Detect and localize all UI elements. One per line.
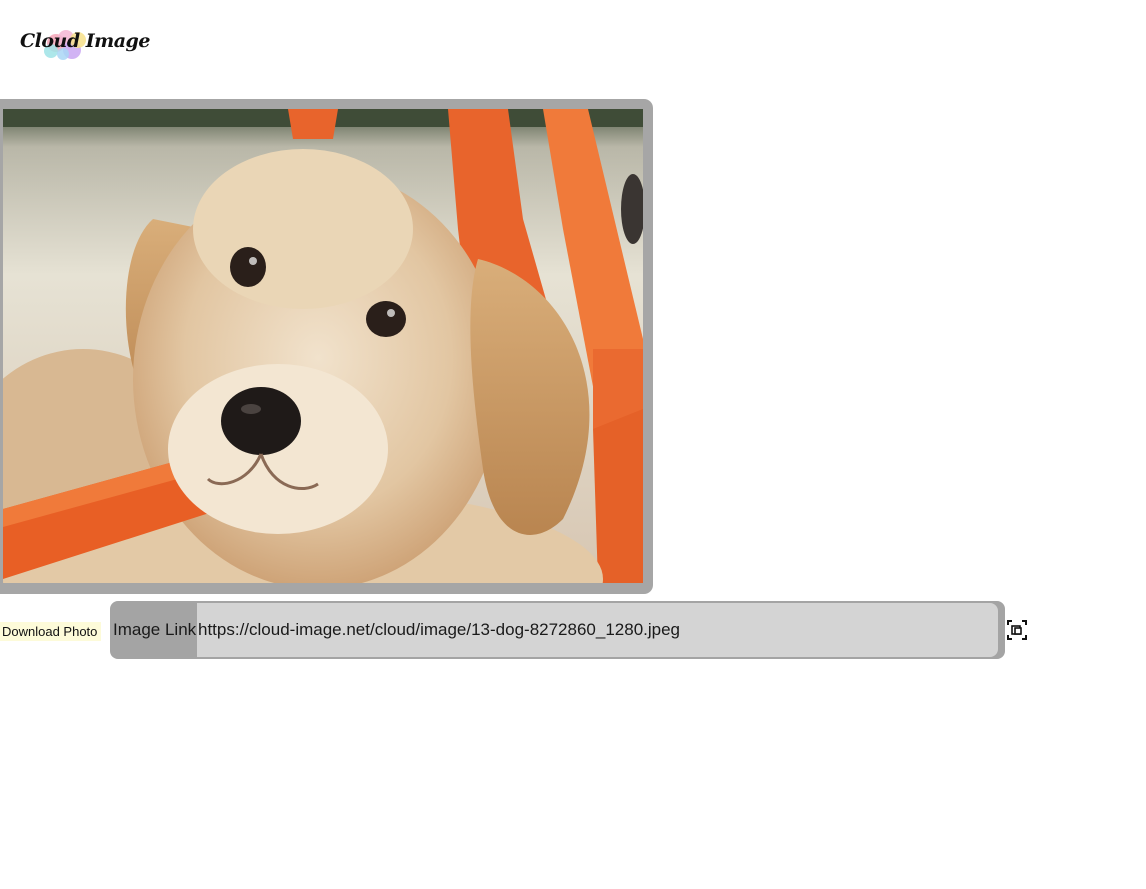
image-link-label: Image Link — [113, 620, 197, 639]
photo-frame — [0, 99, 653, 594]
cloud-image-logo[interactable]: Cloud Image — [18, 24, 150, 64]
page: Cloud Image Download Photo Image Link ht… — [0, 0, 1146, 889]
dog-photo-image — [3, 109, 643, 583]
dog-photo — [3, 109, 643, 583]
copy-focus-icon[interactable] — [1006, 619, 1028, 641]
image-link-box: Image Link — [110, 601, 1005, 659]
logo-text: Cloud Image — [20, 30, 150, 52]
image-link-input[interactable] — [197, 603, 998, 657]
download-photo-button[interactable]: Download Photo — [0, 622, 102, 641]
